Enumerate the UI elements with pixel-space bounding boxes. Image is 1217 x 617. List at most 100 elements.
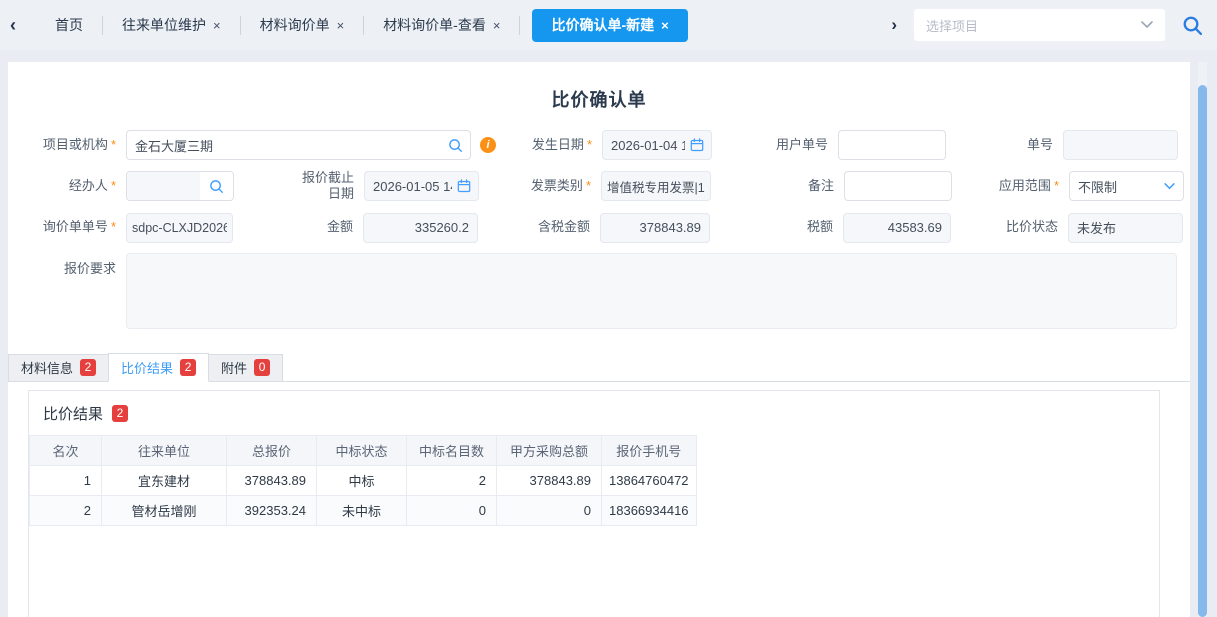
remark-input[interactable] <box>844 171 952 201</box>
project-input[interactable] <box>126 130 471 160</box>
cell-total-quote: 378843.89 <box>227 465 317 495</box>
tax-incl-input[interactable] <box>600 213 710 243</box>
handler-label: 经办人 <box>8 178 126 194</box>
cell-vendor: 宜东建材 <box>102 465 227 495</box>
panel-header: 比价结果 2 <box>29 391 1159 435</box>
scope-select-value: 不限制 <box>1078 177 1164 196</box>
tab-label: 比价结果 <box>121 358 173 377</box>
tabs-scroll-right-icon[interactable]: › <box>891 15 897 35</box>
tab-label: 材料询价单-查看 <box>383 15 486 35</box>
info-icon[interactable] <box>480 137 496 153</box>
top-tab-bar: ‹ 首页 往来单位维护 × 材料询价单 × 材料询价单-查看 × 比价确认单-新… <box>0 0 1217 50</box>
tab-divider <box>519 16 520 35</box>
cell-rank: 1 <box>30 465 102 495</box>
cell-win-status: 未中标 <box>317 495 407 525</box>
close-icon[interactable]: × <box>661 18 669 33</box>
tab-material-info[interactable]: 材料信息 2 <box>8 354 109 381</box>
tab-label: 比价确认单-新建 <box>551 15 654 35</box>
form-row-1: 项目或机构 发生日期 用户单号 单号 <box>8 130 1190 160</box>
close-icon[interactable]: × <box>493 18 501 33</box>
count-badge: 2 <box>180 359 196 376</box>
col-purchase-total[interactable]: 甲方采购总额 <box>497 435 602 465</box>
page-title: 比价确认单 <box>8 86 1190 112</box>
col-vendor[interactable]: 往来单位 <box>102 435 227 465</box>
user-no-label: 用户单号 <box>712 137 838 153</box>
tab-attachments[interactable]: 附件 0 <box>208 354 283 381</box>
tab-vendor-maintenance[interactable]: 往来单位维护 × <box>103 15 240 35</box>
quote-req-textarea[interactable] <box>126 253 1177 329</box>
status-input[interactable] <box>1068 213 1183 243</box>
chevron-down-icon <box>1141 21 1153 29</box>
project-select[interactable]: 选择项目 <box>913 8 1166 42</box>
quote-req-label: 报价要求 <box>8 253 126 277</box>
tab-home[interactable]: 首页 <box>36 15 102 35</box>
tab-compare-result[interactable]: 比价结果 2 <box>108 353 209 382</box>
col-rank[interactable]: 名次 <box>30 435 102 465</box>
tab-label: 材料询价单 <box>260 15 330 35</box>
cell-win-status: 中标 <box>317 465 407 495</box>
tabs-scroll-left-icon[interactable]: ‹ <box>10 15 36 36</box>
topbar-right: › 选择项目 <box>891 8 1203 42</box>
tab-label: 材料信息 <box>21 358 73 377</box>
inquiry-no-label: 询价单单号 <box>8 219 126 235</box>
col-total-quote[interactable]: 总报价 <box>227 435 317 465</box>
remark-label: 备注 <box>711 178 844 194</box>
cell-vendor: 管材岳增刚 <box>102 495 227 525</box>
amount-input[interactable] <box>363 213 478 243</box>
tab-material-inquiry[interactable]: 材料询价单 × <box>241 15 364 35</box>
project-label: 项目或机构 <box>8 137 126 153</box>
table-row[interactable]: 2 管材岳增刚 392353.24 未中标 0 0 18366934416 <box>30 495 697 525</box>
close-icon[interactable]: × <box>213 18 221 33</box>
scrollbar-thumb[interactable] <box>1198 85 1207 617</box>
cell-rank: 2 <box>30 495 102 525</box>
form-row-2: 经办人 报价截止日期 发票类别 备注 应用范围 不限制 <box>8 170 1190 203</box>
cell-win-items: 0 <box>407 495 497 525</box>
invoice-type-label: 发票类别 <box>479 178 601 194</box>
occur-date-wrap <box>602 130 712 160</box>
tab-label: 往来单位维护 <box>122 15 206 35</box>
tab-strip: 首页 往来单位维护 × 材料询价单 × 材料询价单-查看 × 比价确认单-新建 … <box>36 0 700 50</box>
user-no-input[interactable] <box>838 130 946 160</box>
vertical-scrollbar[interactable] <box>1198 62 1207 617</box>
calendar-icon[interactable] <box>457 179 471 193</box>
amount-label: 金额 <box>233 219 363 235</box>
form-row-3: 询价单单号 金额 含税金额 税额 比价状态 <box>8 213 1190 243</box>
tab-price-compare-new[interactable]: 比价确认单-新建 × <box>532 9 687 42</box>
count-badge: 2 <box>80 359 96 376</box>
tax-input[interactable] <box>843 213 951 243</box>
tab-label: 附件 <box>221 358 247 377</box>
project-field-wrap <box>126 130 471 160</box>
doc-no-label: 单号 <box>946 137 1063 153</box>
inquiry-no-input[interactable] <box>126 213 233 243</box>
count-badge: 0 <box>254 359 270 376</box>
scope-select[interactable]: 不限制 <box>1069 171 1184 201</box>
handler-field-wrap <box>126 171 234 201</box>
project-select-placeholder: 选择项目 <box>926 16 978 35</box>
status-label: 比价状态 <box>951 219 1068 235</box>
handler-input[interactable] <box>127 172 200 200</box>
close-icon[interactable]: × <box>337 18 345 33</box>
doc-no-input[interactable] <box>1063 130 1178 160</box>
calendar-icon[interactable] <box>690 138 704 152</box>
col-quote-phone[interactable]: 报价手机号 <box>602 435 697 465</box>
search-icon[interactable] <box>448 138 463 153</box>
table-row[interactable]: 1 宜东建材 378843.89 中标 2 378843.89 13864760… <box>30 465 697 495</box>
occur-date-label: 发生日期 <box>496 137 602 153</box>
compare-result-table: 名次 往来单位 总报价 中标状态 中标名目数 甲方采购总额 报价手机号 1 宜东… <box>29 435 697 526</box>
invoice-type-input[interactable] <box>601 171 711 201</box>
col-win-status[interactable]: 中标状态 <box>317 435 407 465</box>
tab-label: 首页 <box>55 15 83 35</box>
tab-material-inquiry-view[interactable]: 材料询价单-查看 × <box>364 15 519 35</box>
chevron-down-icon <box>1164 183 1175 190</box>
cell-total-quote: 392353.24 <box>227 495 317 525</box>
panel-title: 比价结果 <box>43 403 103 424</box>
compare-result-panel: 比价结果 2 名次 往来单位 总报价 中标状态 中标名目数 甲方采购总额 报价手… <box>28 390 1160 617</box>
cell-quote-phone: 18366934416 <box>602 495 697 525</box>
col-win-items[interactable]: 中标名目数 <box>407 435 497 465</box>
detail-tab-strip: 材料信息 2 比价结果 2 附件 0 <box>8 353 1190 382</box>
deadline-label: 报价截止日期 <box>234 170 364 203</box>
global-search-icon[interactable] <box>1182 15 1203 36</box>
cell-quote-phone: 13864760472 <box>602 465 697 495</box>
search-icon[interactable] <box>200 172 233 200</box>
form-row-4: 报价要求 <box>8 253 1190 329</box>
